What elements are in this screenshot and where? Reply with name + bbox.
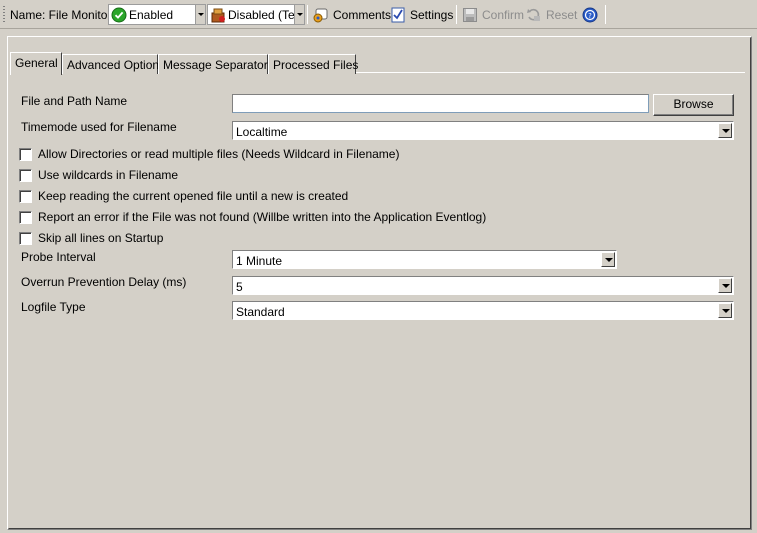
timemode-dropdown-arrow[interactable] [718,123,732,138]
overrun-delay-select[interactable]: 5 [232,276,734,295]
timemode-label: Timemode used for Filename [21,120,177,134]
file-path-label: File and Path Name [21,94,128,108]
toolbar-grip[interactable] [3,6,5,22]
name-label: Name: File Monitor [10,7,112,22]
settings-icon [391,7,405,22]
checkbox-use-wildcards[interactable]: Use wildcards in Filename [19,168,178,182]
disabled-select[interactable]: Disabled (Te [207,4,305,25]
disabled-icon [211,8,225,23]
confirm-button[interactable]: Confirm [462,0,524,29]
checkbox-report-error[interactable]: Report an error if the File was not foun… [19,210,486,224]
disabled-dropdown-arrow[interactable] [294,5,304,24]
keep-reading-checkbox[interactable] [19,189,32,203]
timemode-select[interactable]: Localtime [232,121,734,140]
checkbox-keep-reading[interactable]: Keep reading the current opened file unt… [19,189,348,203]
browse-button[interactable]: Browse [653,94,734,116]
toolbar-separator [307,5,308,24]
probe-interval-dropdown-arrow[interactable] [601,252,615,267]
file-path-input[interactable] [232,94,649,113]
checkbox-skip-lines[interactable]: Skip all lines on Startup [19,231,163,245]
skip-lines-checkbox[interactable] [19,231,32,245]
tab-message-separators[interactable]: Message Separators [158,54,274,74]
report-error-checkbox[interactable] [19,210,32,224]
check-circle-icon [111,7,127,23]
enabled-dropdown-arrow[interactable] [195,5,205,24]
enabled-select[interactable]: Enabled [108,4,206,25]
svg-text:?: ? [588,12,592,20]
checkbox-allow-directories[interactable]: Allow Directories or read multiple files… [19,147,399,161]
toolbar: Name: File Monitor Enabled Disabled (Te … [0,0,757,29]
comments-icon [313,8,328,22]
reset-icon [527,8,540,21]
overrun-delay-label: Overrun Prevention Delay (ms) [21,275,187,289]
save-icon [463,7,477,22]
toolbar-separator-3 [605,5,606,24]
logfile-type-select[interactable]: Standard [232,301,734,320]
overrun-delay-dropdown-arrow[interactable] [718,278,732,293]
probe-interval-label: Probe Interval [21,250,96,264]
help-button[interactable]: ? [582,0,602,29]
settings-button[interactable]: Settings [390,0,453,29]
logfile-type-dropdown-arrow[interactable] [718,303,732,318]
tab-processed-files[interactable]: Processed Files [268,54,358,74]
tab-general[interactable]: General [10,52,62,75]
tab-advanced-options[interactable]: Advanced Options [62,54,165,74]
toolbar-separator-2 [456,5,457,24]
logfile-type-label: Logfile Type [21,300,86,314]
use-wildcards-checkbox[interactable] [19,168,32,182]
allow-directories-checkbox[interactable] [19,147,32,161]
help-icon: ? [582,7,598,22]
probe-interval-select[interactable]: 1 Minute [232,250,617,269]
comments-button[interactable]: Comments [313,0,391,29]
reset-button[interactable]: Reset [526,0,577,29]
